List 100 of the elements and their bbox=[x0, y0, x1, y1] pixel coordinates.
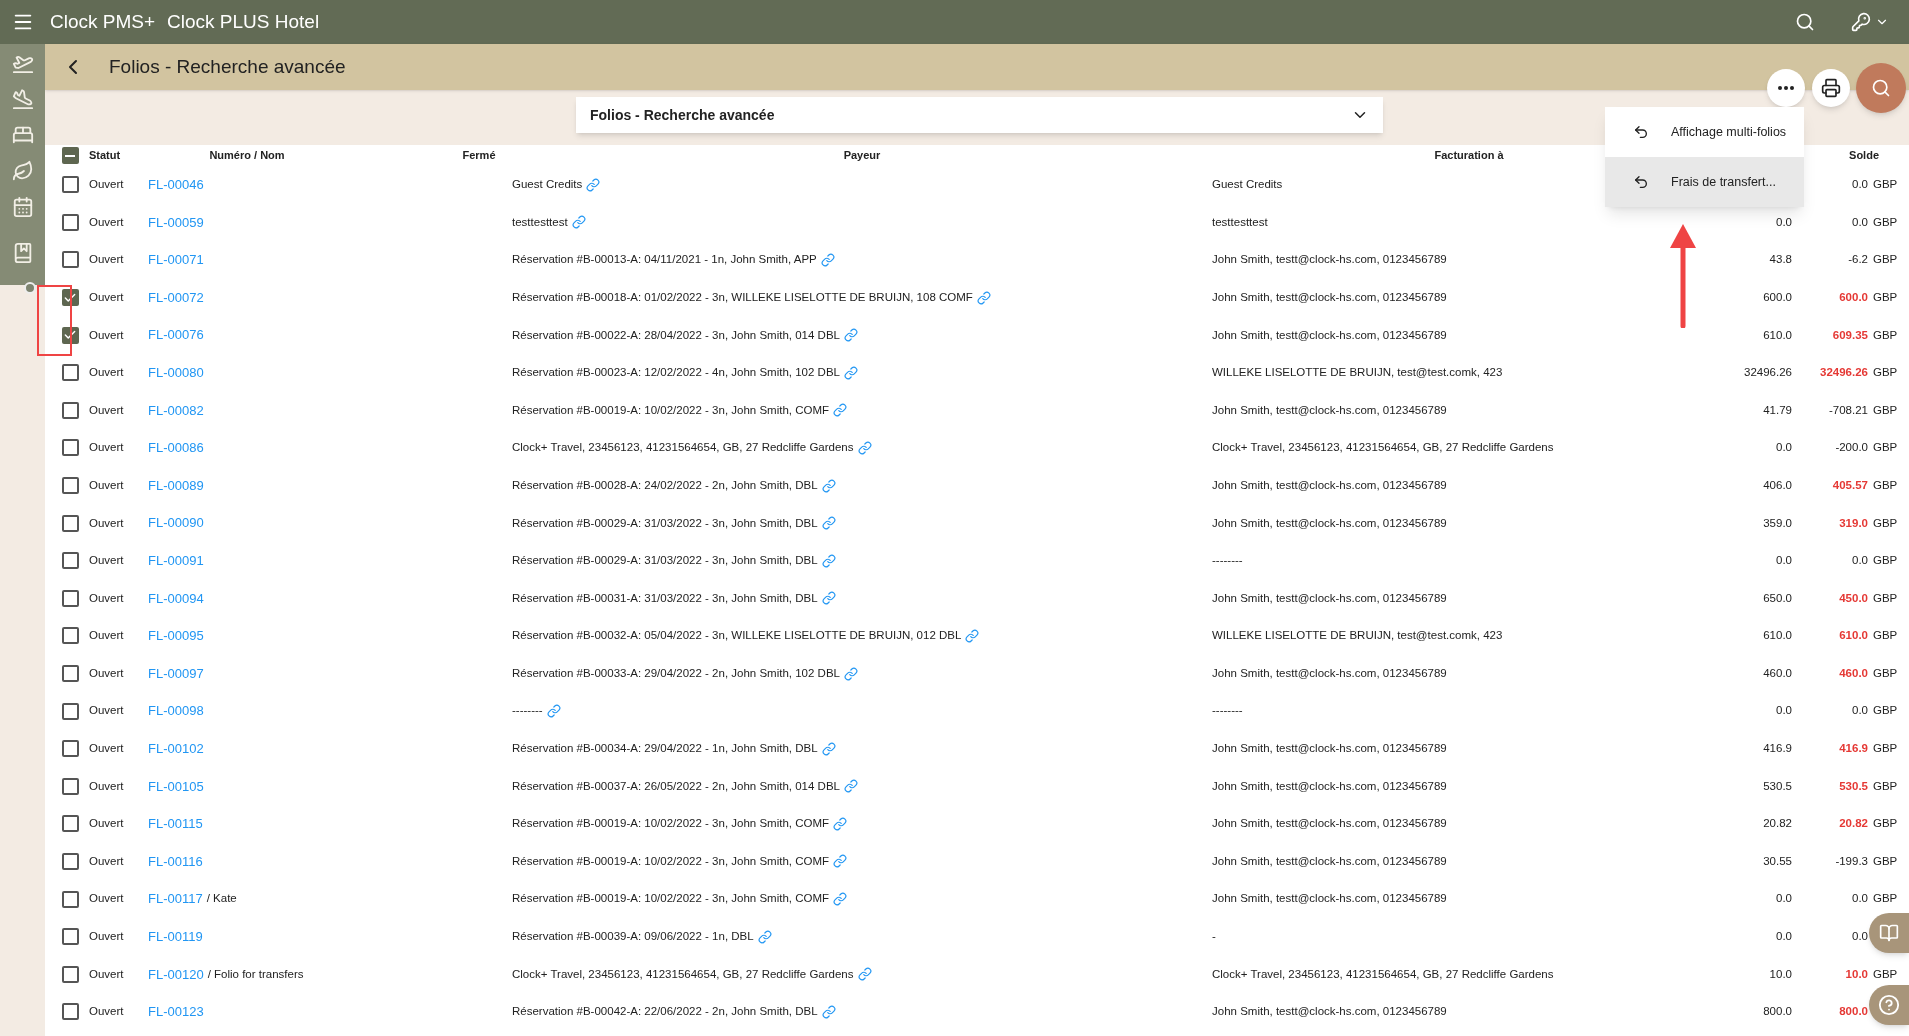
link-icon[interactable] bbox=[843, 328, 858, 343]
folio-link[interactable]: FL-00116 bbox=[148, 851, 203, 872]
folio-link[interactable]: FL-00059 bbox=[148, 212, 204, 233]
link-icon[interactable] bbox=[821, 591, 836, 606]
help-button[interactable] bbox=[1869, 985, 1909, 1025]
checkbox[interactable] bbox=[61, 364, 79, 382]
checkbox[interactable] bbox=[61, 928, 79, 946]
payer-cell-text: Réservation #B-00019-A: 10/02/2022 - 3n, John Smith, COMF bbox=[512, 853, 830, 869]
link-icon[interactable] bbox=[821, 1004, 836, 1019]
menu-item[interactable]: Frais de transfert... bbox=[1605, 157, 1804, 207]
currency-cell: GBP bbox=[1873, 704, 1898, 717]
link-icon[interactable] bbox=[820, 253, 835, 267]
checkbox[interactable] bbox=[61, 401, 79, 419]
link-icon[interactable] bbox=[821, 478, 836, 493]
link-icon[interactable] bbox=[843, 365, 858, 380]
key-menu-button[interactable] bbox=[1851, 12, 1889, 32]
balance-cell-text: 460.0 bbox=[1839, 665, 1868, 681]
folio-link[interactable]: FL-00120 bbox=[148, 964, 204, 984]
balance-cell-text: 10.0 bbox=[1845, 966, 1868, 982]
folio-link[interactable]: FL-00097 bbox=[148, 663, 204, 684]
link-icon[interactable] bbox=[571, 215, 586, 230]
search-panel[interactable]: Folios - Recherche avancée bbox=[576, 97, 1383, 133]
link-icon[interactable] bbox=[843, 779, 858, 794]
balance-cell-text: 0.0 bbox=[1852, 703, 1868, 719]
checkbox[interactable] bbox=[61, 552, 79, 570]
link-icon[interactable] bbox=[586, 177, 601, 192]
link-icon[interactable] bbox=[833, 403, 848, 418]
checkbox[interactable] bbox=[61, 965, 79, 983]
checkbox[interactable] bbox=[61, 589, 79, 607]
folio-link[interactable]: FL-00117 bbox=[148, 889, 203, 909]
link-icon[interactable] bbox=[857, 440, 872, 455]
amount-cell: 610.0 bbox=[1763, 328, 1792, 341]
checkbox[interactable] bbox=[61, 1003, 79, 1021]
link-icon[interactable] bbox=[546, 704, 561, 719]
folio-link[interactable]: FL-00102 bbox=[148, 738, 204, 759]
checkbox[interactable] bbox=[61, 777, 79, 795]
link-icon[interactable] bbox=[833, 892, 848, 907]
link-icon[interactable] bbox=[757, 929, 772, 944]
folio-link[interactable]: FL-00095 bbox=[148, 626, 204, 646]
payer-cell-text: Réservation #B-00033-A: 29/04/2022 - 2n, John Smith, 102 DBL bbox=[512, 665, 840, 681]
link-icon[interactable] bbox=[821, 553, 836, 568]
payer-cell-text: Réservation #B-00039-A: 09/06/2022 - 1n, DBL bbox=[512, 929, 754, 945]
link-icon[interactable] bbox=[976, 290, 991, 305]
checkbox[interactable] bbox=[61, 514, 79, 532]
checkbox[interactable] bbox=[61, 147, 79, 164]
checkbox[interactable] bbox=[61, 477, 79, 495]
folio-link[interactable]: FL-00090 bbox=[148, 513, 204, 533]
folio-link[interactable]: FL-00080 bbox=[148, 363, 204, 383]
amount-cell: 0.0 bbox=[1776, 441, 1792, 454]
checkbox[interactable] bbox=[61, 890, 79, 908]
link-icon[interactable] bbox=[821, 741, 836, 756]
checkbox[interactable] bbox=[61, 740, 79, 758]
folio-link[interactable]: FL-00046 bbox=[148, 175, 204, 195]
calendar-icon[interactable] bbox=[11, 196, 34, 218]
plane-landing-icon[interactable] bbox=[11, 88, 34, 110]
folio-link[interactable]: FL-00082 bbox=[148, 400, 204, 421]
checkbox[interactable] bbox=[61, 853, 79, 870]
folio-link[interactable]: FL-00105 bbox=[148, 776, 204, 797]
folio-link[interactable]: FL-00115 bbox=[148, 814, 203, 834]
folio-link[interactable]: FL-00119 bbox=[148, 926, 203, 947]
link-icon[interactable] bbox=[833, 816, 848, 831]
link-icon[interactable] bbox=[965, 628, 980, 643]
folio-link[interactable]: FL-00094 bbox=[148, 588, 204, 609]
currency-cell: GBP bbox=[1873, 779, 1898, 792]
status-cell-text: Ouvert bbox=[89, 853, 125, 869]
search-icon[interactable] bbox=[1795, 12, 1815, 32]
payer-cell-text: Réservation #B-00022-A: 28/04/2022 - 3n, John Smith, 014 DBL bbox=[512, 327, 840, 343]
checkbox[interactable] bbox=[61, 439, 79, 457]
folio-link[interactable]: FL-00071 bbox=[148, 250, 204, 270]
link-icon[interactable] bbox=[857, 967, 872, 982]
balance-cell-text: 600.0 bbox=[1839, 289, 1868, 305]
folio-link[interactable]: FL-00086 bbox=[148, 438, 204, 458]
bed-icon[interactable] bbox=[11, 124, 34, 146]
amount-cell: 530.5 bbox=[1763, 779, 1792, 792]
link-icon[interactable] bbox=[833, 854, 848, 869]
leaf-icon[interactable] bbox=[11, 160, 34, 182]
checkbox[interactable] bbox=[61, 702, 79, 720]
link-icon[interactable] bbox=[843, 666, 858, 681]
payer-cell-text: Guest Credits bbox=[512, 177, 583, 193]
folio-link[interactable]: FL-00072 bbox=[148, 287, 204, 308]
column-header: Numéro / Nom bbox=[208, 148, 286, 164]
balance-cell-text: -200.0 bbox=[1835, 440, 1868, 456]
currency-cell: GBP bbox=[1873, 554, 1898, 567]
checkbox[interactable] bbox=[61, 251, 79, 269]
checkbox[interactable] bbox=[61, 627, 79, 645]
balance-cell-text: 0.0 bbox=[1852, 891, 1868, 907]
checkbox[interactable] bbox=[61, 213, 79, 231]
folio-link[interactable]: FL-00089 bbox=[148, 475, 204, 496]
billing-cell: John Smith, testt@clock-hs.com, 0123456789 bbox=[1212, 290, 1447, 303]
menu-item[interactable]: Affichage multi-folios bbox=[1605, 107, 1804, 157]
status-cell-text: Ouvert bbox=[89, 929, 125, 945]
folio-link[interactable]: FL-00123 bbox=[148, 1002, 204, 1022]
link-icon[interactable] bbox=[821, 516, 836, 531]
folio-link[interactable]: FL-00098 bbox=[148, 701, 204, 721]
guide-button[interactable] bbox=[1869, 913, 1909, 953]
checkbox[interactable] bbox=[61, 176, 79, 194]
checkbox[interactable] bbox=[61, 665, 79, 682]
checkbox[interactable] bbox=[61, 815, 79, 833]
folio-link[interactable]: FL-00091 bbox=[148, 551, 204, 571]
folio-link[interactable]: FL-00076 bbox=[148, 325, 204, 345]
